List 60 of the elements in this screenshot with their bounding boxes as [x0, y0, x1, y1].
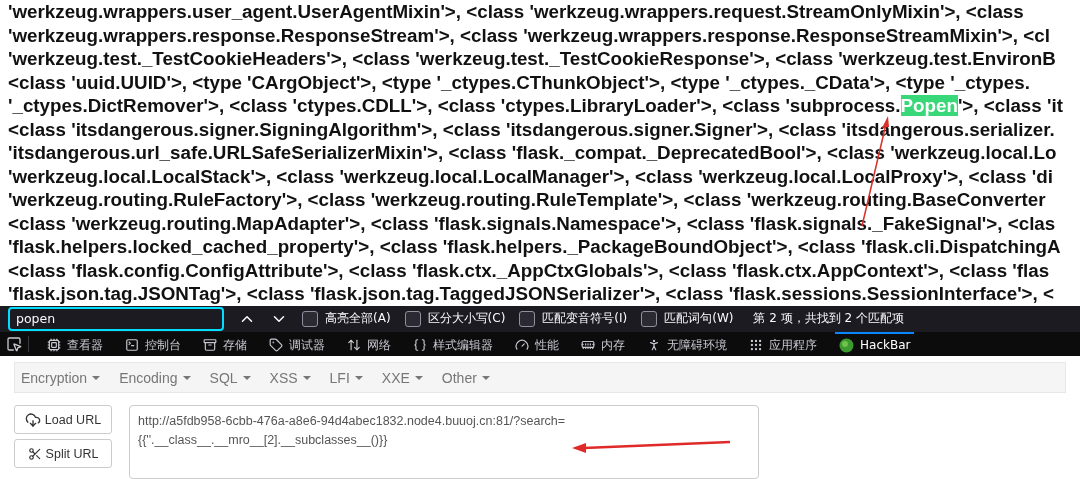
devtools-tab[interactable]: 应用程序 — [745, 332, 821, 356]
find-field[interactable]: popen — [8, 306, 224, 331]
devtools-tab[interactable]: 调试器 — [265, 332, 329, 356]
menu-dropdown[interactable]: Other — [441, 369, 490, 386]
code-line: <class 'werkzeug.routing.MapAdapter'>, <class 'flask.signals.Namespace'>, <class 'flask.signals._FakeSignal'>, <clas — [8, 211, 1057, 235]
menu-dropdown[interactable]: Encryption — [21, 369, 101, 386]
menu-dropdown[interactable]: XXE — [381, 369, 423, 386]
checkbox-label: 匹配词句(W) — [664, 310, 734, 328]
devtools-tab[interactable]: 控制台 — [121, 332, 185, 356]
code-line: <class 'uuid.UUID'>, <type 'CArgObject'>, <type '_ctypes.CThunkObject'>, <type '_ctypes._CData'>, <type '_ctypes. — [8, 70, 1031, 94]
checkbox-label: 区分大小写(C) — [427, 310, 506, 328]
archive-icon — [203, 338, 217, 352]
devtools-tab[interactable]: 存储 — [199, 332, 251, 356]
split-url-button[interactable]: Split URL — [14, 439, 112, 468]
chip-icon — [47, 338, 61, 352]
checkbox-label: 高亮全部(A) — [325, 310, 391, 328]
devtools-tab[interactable]: 网络 — [343, 332, 395, 356]
memory-icon — [581, 338, 595, 352]
devtools-tab[interactable]: 样式编辑器 — [409, 332, 497, 356]
caret-icon — [481, 375, 490, 380]
person-icon — [647, 338, 661, 352]
caret-icon — [242, 375, 251, 380]
checkbox[interactable] — [519, 310, 536, 327]
code-line: 'flask.helpers.locked_cached_property'>, <class 'flask.helpers._PackageBoundObject'>, <class 'flask.cli.DispatchingA — [8, 235, 1062, 259]
checkbox[interactable] — [641, 310, 658, 327]
code-line: '_ctypes.DictRemover'>, <class 'ctypes.CDLL'>, <class 'ctypes.LibraryLoader'>, <class 'subprocess.Popen'>, <class 'it — [8, 94, 1064, 118]
checkbox-label: 匹配变音符号(I) — [542, 310, 628, 328]
code-line: 'werkzeug.wrappers.user_agent.UserAgentMixin'>, <class 'werkzeug.wrappers.request.StreamOnlyMixin'>, <class — [8, 0, 1025, 24]
load-url-button[interactable]: Load URL — [14, 405, 112, 434]
code-line: <class 'flask.config.ConfigAttribute'>, <class 'flask.ctx._AppCtxGlobals'>, <class 'flask.ctx.AppContext'>, <class 'flas — [8, 258, 1051, 282]
tag-icon — [269, 338, 283, 352]
checkbox[interactable] — [404, 310, 421, 327]
caret-icon — [354, 375, 363, 380]
url-field[interactable]: http://a5fdb958-6cbb-476a-a8e6-94d4abec1832.node4.buuoj.cn:81/?search= {{''.__class__.__mro__[2].__subclasses__()}} — [129, 405, 759, 479]
arrows-icon — [347, 338, 361, 352]
devtools-tab[interactable]: 内存 — [577, 332, 629, 356]
match-status: 第 2 项，共找到 2 个匹配项 — [753, 310, 904, 328]
code-line: 'flask.json.tag.JSONTag'>, <class 'flask.json.tag.TaggedJSONSerializer'>, <class 'flask.sessions.SessionInterface'>, < — [8, 282, 1055, 306]
devtools-tab[interactable]: 查看器 — [43, 332, 107, 356]
caret-icon — [414, 375, 423, 380]
menu-dropdown[interactable]: LFI — [329, 369, 363, 386]
braces-icon — [413, 338, 427, 352]
caret-icon — [182, 375, 191, 380]
code-line: 'werkzeug.test._TestCookieHeaders'>, <class 'werkzeug.test._TestCookieResponse'>, <class 'werkzeug.test.EnvironB — [8, 47, 1057, 71]
devtools-tab[interactable]: 无障碍环境 — [643, 332, 731, 356]
element-picker-button[interactable] — [6, 336, 29, 352]
cloud-download-icon — [24, 411, 41, 428]
caret-icon — [302, 375, 311, 380]
menu-dropdown[interactable]: SQL — [209, 369, 251, 386]
menu-dropdown[interactable]: Encoding — [119, 369, 191, 386]
scissors-icon — [27, 446, 42, 461]
grid-icon — [749, 338, 763, 352]
caret-icon — [92, 375, 101, 380]
devtools-tab[interactable]: 性能 — [511, 332, 563, 356]
ball-logo — [839, 337, 854, 353]
menu-dropdown[interactable]: XSS — [269, 369, 311, 386]
code-line: 'werkzeug.wrappers.response.ResponseStream'>, <class 'werkzeug.wrappers.response.ResponseStreamMixin'>, <cl — [8, 23, 1051, 47]
terminal-icon — [125, 338, 139, 352]
gauge-icon — [515, 338, 529, 352]
checkbox[interactable] — [302, 310, 318, 327]
